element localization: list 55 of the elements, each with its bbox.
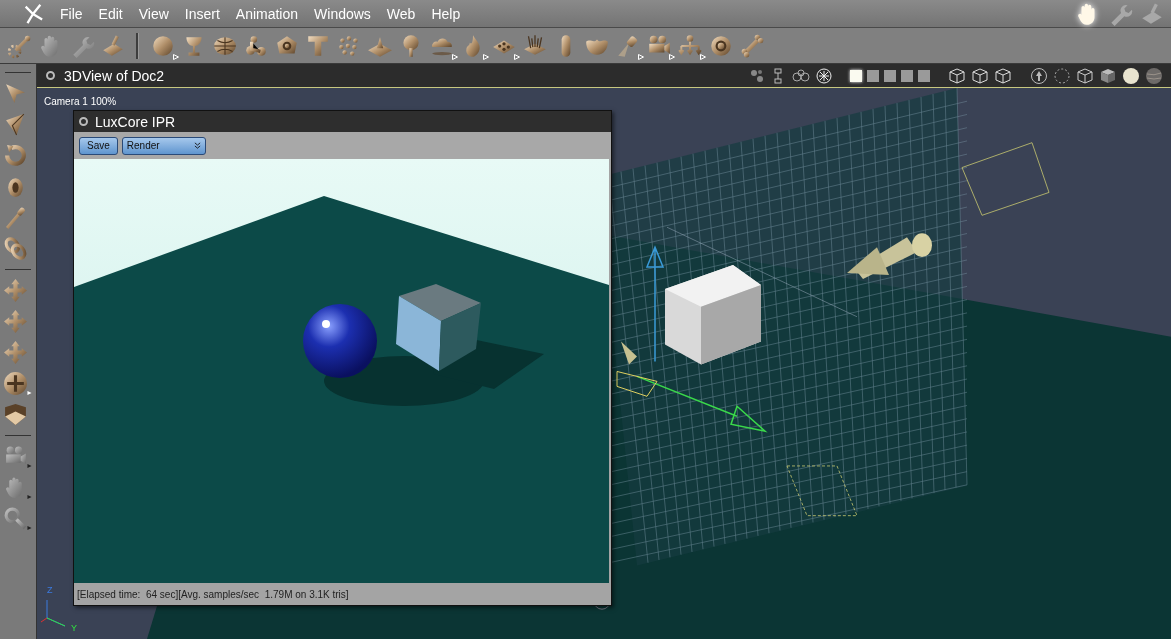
menu-item[interactable]: File bbox=[52, 5, 91, 22]
menu-item[interactable]: View bbox=[130, 5, 177, 22]
flyout-triangle-icon bbox=[452, 53, 458, 60]
flyout-triangle-icon bbox=[669, 53, 675, 60]
menu-item[interactable]: Help bbox=[423, 5, 469, 22]
flyout-triangle-icon bbox=[700, 53, 706, 60]
app-logo-icon[interactable] bbox=[22, 2, 44, 25]
menu-item[interactable]: Animation bbox=[227, 5, 307, 22]
rotate-icon[interactable] bbox=[3, 143, 28, 168]
menu-item[interactable]: Edit bbox=[90, 5, 131, 22]
layout-button[interactable] bbox=[884, 69, 896, 82]
ipr-window-title: LuxCore IPR bbox=[95, 113, 176, 130]
flyout-triangle-icon bbox=[27, 463, 32, 469]
flyout-triangle-icon bbox=[483, 53, 489, 60]
solid-box-icon[interactable] bbox=[1099, 66, 1117, 85]
wire-cube-icon[interactable] bbox=[971, 66, 989, 85]
save-button[interactable]: Save bbox=[79, 136, 118, 155]
wire-cube-icon[interactable] bbox=[994, 66, 1012, 85]
flyout-triangle-icon bbox=[173, 53, 179, 60]
view-title: 3DView of Doc2 bbox=[64, 67, 165, 84]
box-corner-icon[interactable] bbox=[3, 402, 28, 427]
chain-icon[interactable] bbox=[3, 236, 28, 261]
layout-button[interactable] bbox=[901, 69, 913, 82]
axis-label: Z bbox=[47, 585, 53, 595]
dotted-sphere-icon[interactable] bbox=[1053, 66, 1071, 85]
render-mode-dropdown[interactable]: Render bbox=[121, 136, 206, 155]
layout-button[interactable] bbox=[918, 69, 930, 82]
window-bullet-icon bbox=[46, 71, 55, 80]
move-cross-icon[interactable] bbox=[3, 309, 28, 334]
pointer-arrow-icon[interactable] bbox=[3, 81, 28, 106]
shaded-sphere-icon[interactable] bbox=[1122, 66, 1140, 85]
trackball-icon[interactable] bbox=[3, 371, 28, 396]
double-chevron-icon bbox=[193, 142, 201, 149]
up-arrow-circle-icon[interactable] bbox=[1030, 66, 1048, 85]
axis-gizmo-icon bbox=[41, 599, 66, 627]
flyout-triangle-icon bbox=[27, 525, 32, 531]
menu-item[interactable]: Web bbox=[378, 5, 424, 22]
molecule-icon[interactable] bbox=[749, 67, 765, 84]
axis-label: Y bbox=[71, 623, 77, 633]
wire-cube-icon[interactable] bbox=[948, 66, 966, 85]
render-status-text: [Elapsed time: 64 sec][Avg. samples/sec 1.79M on 3.1K tris] bbox=[76, 587, 350, 602]
flyout-triangle-icon bbox=[27, 390, 32, 396]
menu-item[interactable]: Windows bbox=[306, 5, 379, 22]
flyout-triangle-icon bbox=[638, 53, 644, 60]
layout-button[interactable] bbox=[867, 69, 879, 82]
move-cross-icon[interactable] bbox=[3, 278, 28, 303]
move-cross-icon[interactable] bbox=[3, 340, 28, 365]
flyout-triangle-icon bbox=[27, 494, 32, 500]
layout-button[interactable] bbox=[850, 69, 862, 82]
window-bullet-icon bbox=[79, 117, 88, 126]
camera-label: Camera 1 100% bbox=[44, 96, 117, 107]
wire-box-icon[interactable] bbox=[1076, 66, 1094, 85]
textured-sphere-icon[interactable] bbox=[1145, 66, 1163, 85]
menu-item[interactable]: Insert bbox=[176, 5, 228, 22]
flyout-triangle-icon bbox=[514, 53, 520, 60]
